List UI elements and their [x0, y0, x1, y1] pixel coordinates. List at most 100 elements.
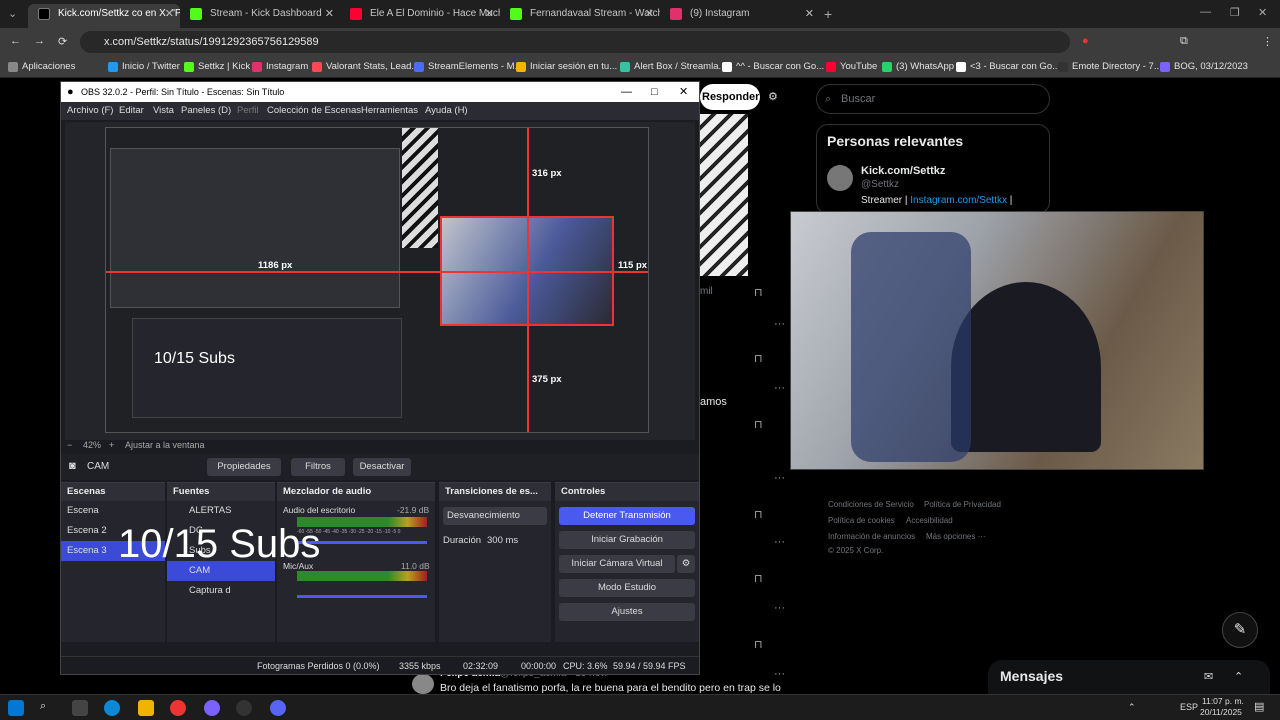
bookmark-icon[interactable]: ⊓ [754, 286, 763, 299]
bookmark[interactable]: Alert Box / Streamla... [620, 59, 726, 75]
more-icon[interactable]: ··· [774, 382, 785, 394]
more-icon[interactable]: ··· [774, 668, 785, 680]
messages-drawer[interactable]: Mensajes ✉ ⌃ [988, 660, 1270, 694]
tab-kick-stream[interactable]: Fernandavaal Stream - Watch L ✕ [500, 4, 660, 28]
studio-mode-button[interactable]: Modo Estudio [559, 579, 695, 597]
stop-stream-button[interactable]: Detener Transmisión [559, 507, 695, 525]
gear-icon[interactable]: ⚙ [677, 555, 695, 573]
avatar[interactable] [412, 674, 434, 694]
user-name[interactable]: Kick.com/Settkz [861, 165, 945, 177]
settings-button[interactable]: Ajustes [559, 603, 695, 621]
edge-icon[interactable] [104, 700, 120, 716]
app-icon[interactable] [204, 700, 220, 716]
more-icon[interactable]: ··· [774, 472, 785, 484]
extensions-icon[interactable]: ⧉ [1180, 35, 1188, 48]
footer-link[interactable]: Política de cookies [828, 516, 895, 525]
minimize-icon[interactable]: — [621, 82, 632, 102]
tab-instagram[interactable]: (9) Instagram ✕ [660, 4, 820, 28]
bookmark-icon[interactable]: ⊓ [754, 508, 763, 521]
bookmark[interactable]: (3) WhatsApp [882, 59, 954, 75]
obs-preview[interactable]: 316 px 1186 px 115 px 375 px 10/15 Subs [65, 122, 695, 440]
bookmark[interactable]: ^^ - Buscar con Go... [722, 59, 824, 75]
more-icon[interactable]: ··· [774, 536, 785, 548]
tab-list-icon[interactable]: ⌄ [8, 7, 17, 20]
footer-link[interactable]: Más opciones ··· [926, 532, 986, 541]
more-icon[interactable]: ··· [774, 318, 785, 330]
start-recording-button[interactable]: Iniciar Grabación [559, 531, 695, 549]
new-tab-icon[interactable]: + [824, 6, 832, 22]
search-input[interactable]: ⌕ Buscar [816, 84, 1050, 114]
zoom-out-icon[interactable]: − [67, 440, 72, 450]
bookmark[interactable]: StreamElements - M... [414, 59, 523, 75]
menu-edit[interactable]: Editar [119, 102, 144, 120]
scene-item[interactable]: Escena [61, 501, 165, 521]
minimize-icon[interactable]: — [1200, 6, 1211, 18]
menu-view[interactable]: Vista [153, 102, 174, 120]
close-icon[interactable]: ✕ [165, 4, 174, 24]
bookmark[interactable]: YouTube [826, 59, 877, 75]
deactivate-button[interactable]: Desactivar [353, 458, 411, 476]
chevron-up-icon[interactable]: ⌃ [1234, 670, 1243, 683]
tray-chevron-icon[interactable]: ⌃ [1128, 702, 1136, 713]
footer-link[interactable]: Accesibilidad [906, 516, 953, 525]
source-item[interactable]: Captura d [167, 581, 275, 601]
tab-twitter[interactable]: Kick.com/Settkz co en X: "PAPI✕ [28, 4, 180, 28]
new-message-icon[interactable]: ✉ [1204, 670, 1213, 683]
more-icon[interactable]: ··· [774, 602, 785, 614]
bio-link[interactable]: Instagram.com/Settkx [910, 195, 1007, 206]
bookmark[interactable]: Iniciar sesión en tu... [516, 59, 617, 75]
chrome-icon[interactable] [170, 700, 186, 716]
duration-input[interactable]: 300 ms [487, 535, 518, 546]
menu-docks[interactable]: Paneles (D) [181, 102, 231, 120]
close-window-icon[interactable]: ✕ [1258, 6, 1267, 19]
maximize-icon[interactable]: ❐ [1230, 6, 1240, 19]
maximize-icon[interactable]: □ [651, 82, 658, 102]
close-icon[interactable]: ✕ [805, 4, 814, 24]
explorer-icon[interactable] [138, 700, 154, 716]
notification-icon[interactable]: ▤ [1254, 700, 1264, 713]
properties-button[interactable]: Propiedades [207, 458, 281, 476]
bookmark-apps[interactable]: Aplicaciones [8, 59, 75, 75]
tab-youtube[interactable]: Ele A El Dominio - Hace Mucho ✕ [340, 4, 500, 28]
bookmark-icon[interactable]: ⊓ [754, 352, 763, 365]
forward-icon[interactable]: → [34, 35, 45, 47]
volume-slider[interactable] [297, 595, 427, 598]
bookmark[interactable]: Emote Directory - 7... [1058, 59, 1162, 75]
extension-icon[interactable]: ● [1082, 35, 1089, 47]
language-indicator[interactable]: ESP [1180, 702, 1198, 712]
bookmark[interactable]: Inicio / Twitter [108, 59, 180, 75]
zoom-in-icon[interactable]: + [109, 440, 114, 450]
footer-link[interactable]: Condiciones de Servicio [828, 500, 914, 509]
fit-window[interactable]: Ajustar a la ventana [125, 440, 205, 450]
menu-tools[interactable]: Herramientas [361, 102, 418, 120]
bookmark[interactable]: Settkz | Kick [184, 59, 250, 75]
close-icon[interactable]: ✕ [645, 4, 654, 24]
url-input[interactable]: x.com/Settkz/status/1991292365756129589 [80, 31, 1070, 53]
settings-icon[interactable]: ⚙ [768, 90, 778, 103]
bookmark[interactable]: <3 - Buscar con Go... [956, 59, 1060, 75]
task-view-icon[interactable] [72, 700, 88, 716]
avatar[interactable] [827, 165, 853, 191]
bookmark[interactable]: BOG, 03/12/2023 [1160, 59, 1248, 75]
filters-button[interactable]: Filtros [291, 458, 345, 476]
tab-kick-dashboard[interactable]: Stream - Kick Dashboard ✕ [180, 4, 340, 28]
start-icon[interactable] [8, 700, 24, 716]
footer-link[interactable]: Política de Privacidad [924, 500, 1001, 509]
close-icon[interactable]: ✕ [325, 4, 334, 24]
reply-button[interactable]: Responder [700, 84, 760, 110]
menu-scene-collection[interactable]: Colección de Escenas [267, 102, 361, 120]
bookmark-icon[interactable]: ⊓ [754, 572, 763, 585]
bookmark[interactable]: Valorant Stats, Lead... [312, 59, 419, 75]
menu-profile[interactable]: Perfil [237, 102, 259, 120]
virtual-camera-button[interactable]: Iniciar Cámara Virtual [559, 555, 675, 573]
search-icon[interactable]: ⌕ [40, 700, 46, 713]
close-icon[interactable]: ✕ [485, 4, 494, 24]
menu-file[interactable]: Archivo (F) [67, 102, 113, 120]
bookmark[interactable]: Instagram [252, 59, 308, 75]
obs-icon[interactable] [236, 700, 252, 716]
footer-link[interactable]: Información de anuncios [828, 532, 915, 541]
reload-icon[interactable]: ⟳ [58, 35, 67, 48]
source-item[interactable]: ALERTAS [167, 501, 275, 521]
close-icon[interactable]: ✕ [679, 82, 688, 102]
back-icon[interactable]: ← [10, 35, 21, 47]
